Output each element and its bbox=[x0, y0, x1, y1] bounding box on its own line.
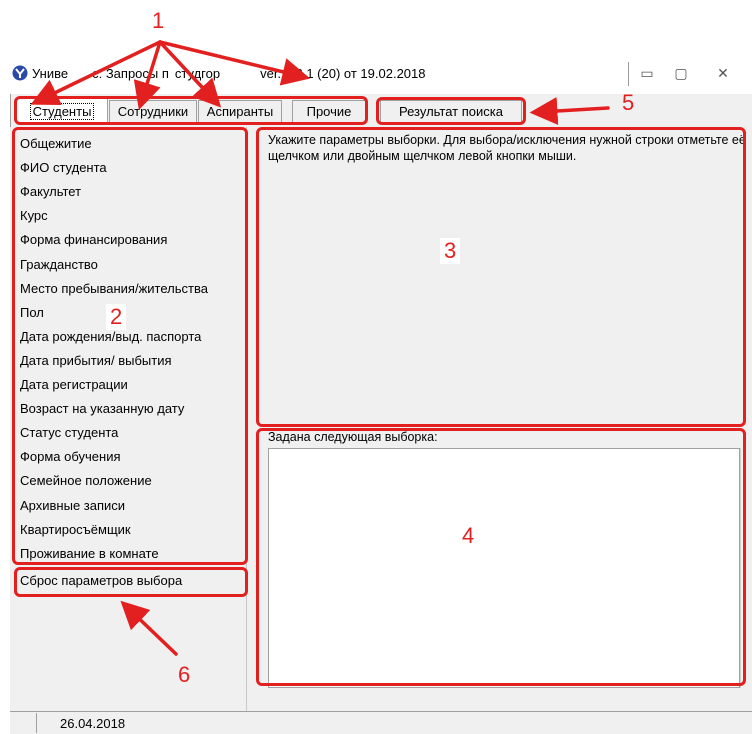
callout-4: 4 bbox=[462, 523, 475, 548]
callout-1: 1 bbox=[152, 8, 165, 33]
callout-6: 6 bbox=[178, 662, 191, 687]
callout-3: 3 bbox=[440, 238, 461, 264]
callout-5: 5 bbox=[622, 90, 635, 115]
arrow-1-other bbox=[158, 40, 311, 86]
annotation-arrows bbox=[30, 40, 610, 656]
arrow-5 bbox=[529, 96, 610, 125]
arrow-6 bbox=[120, 600, 178, 656]
callout-2: 2 bbox=[106, 304, 127, 330]
arrow-1-postgraduates bbox=[158, 40, 222, 108]
arrow-1-students bbox=[30, 40, 162, 105]
